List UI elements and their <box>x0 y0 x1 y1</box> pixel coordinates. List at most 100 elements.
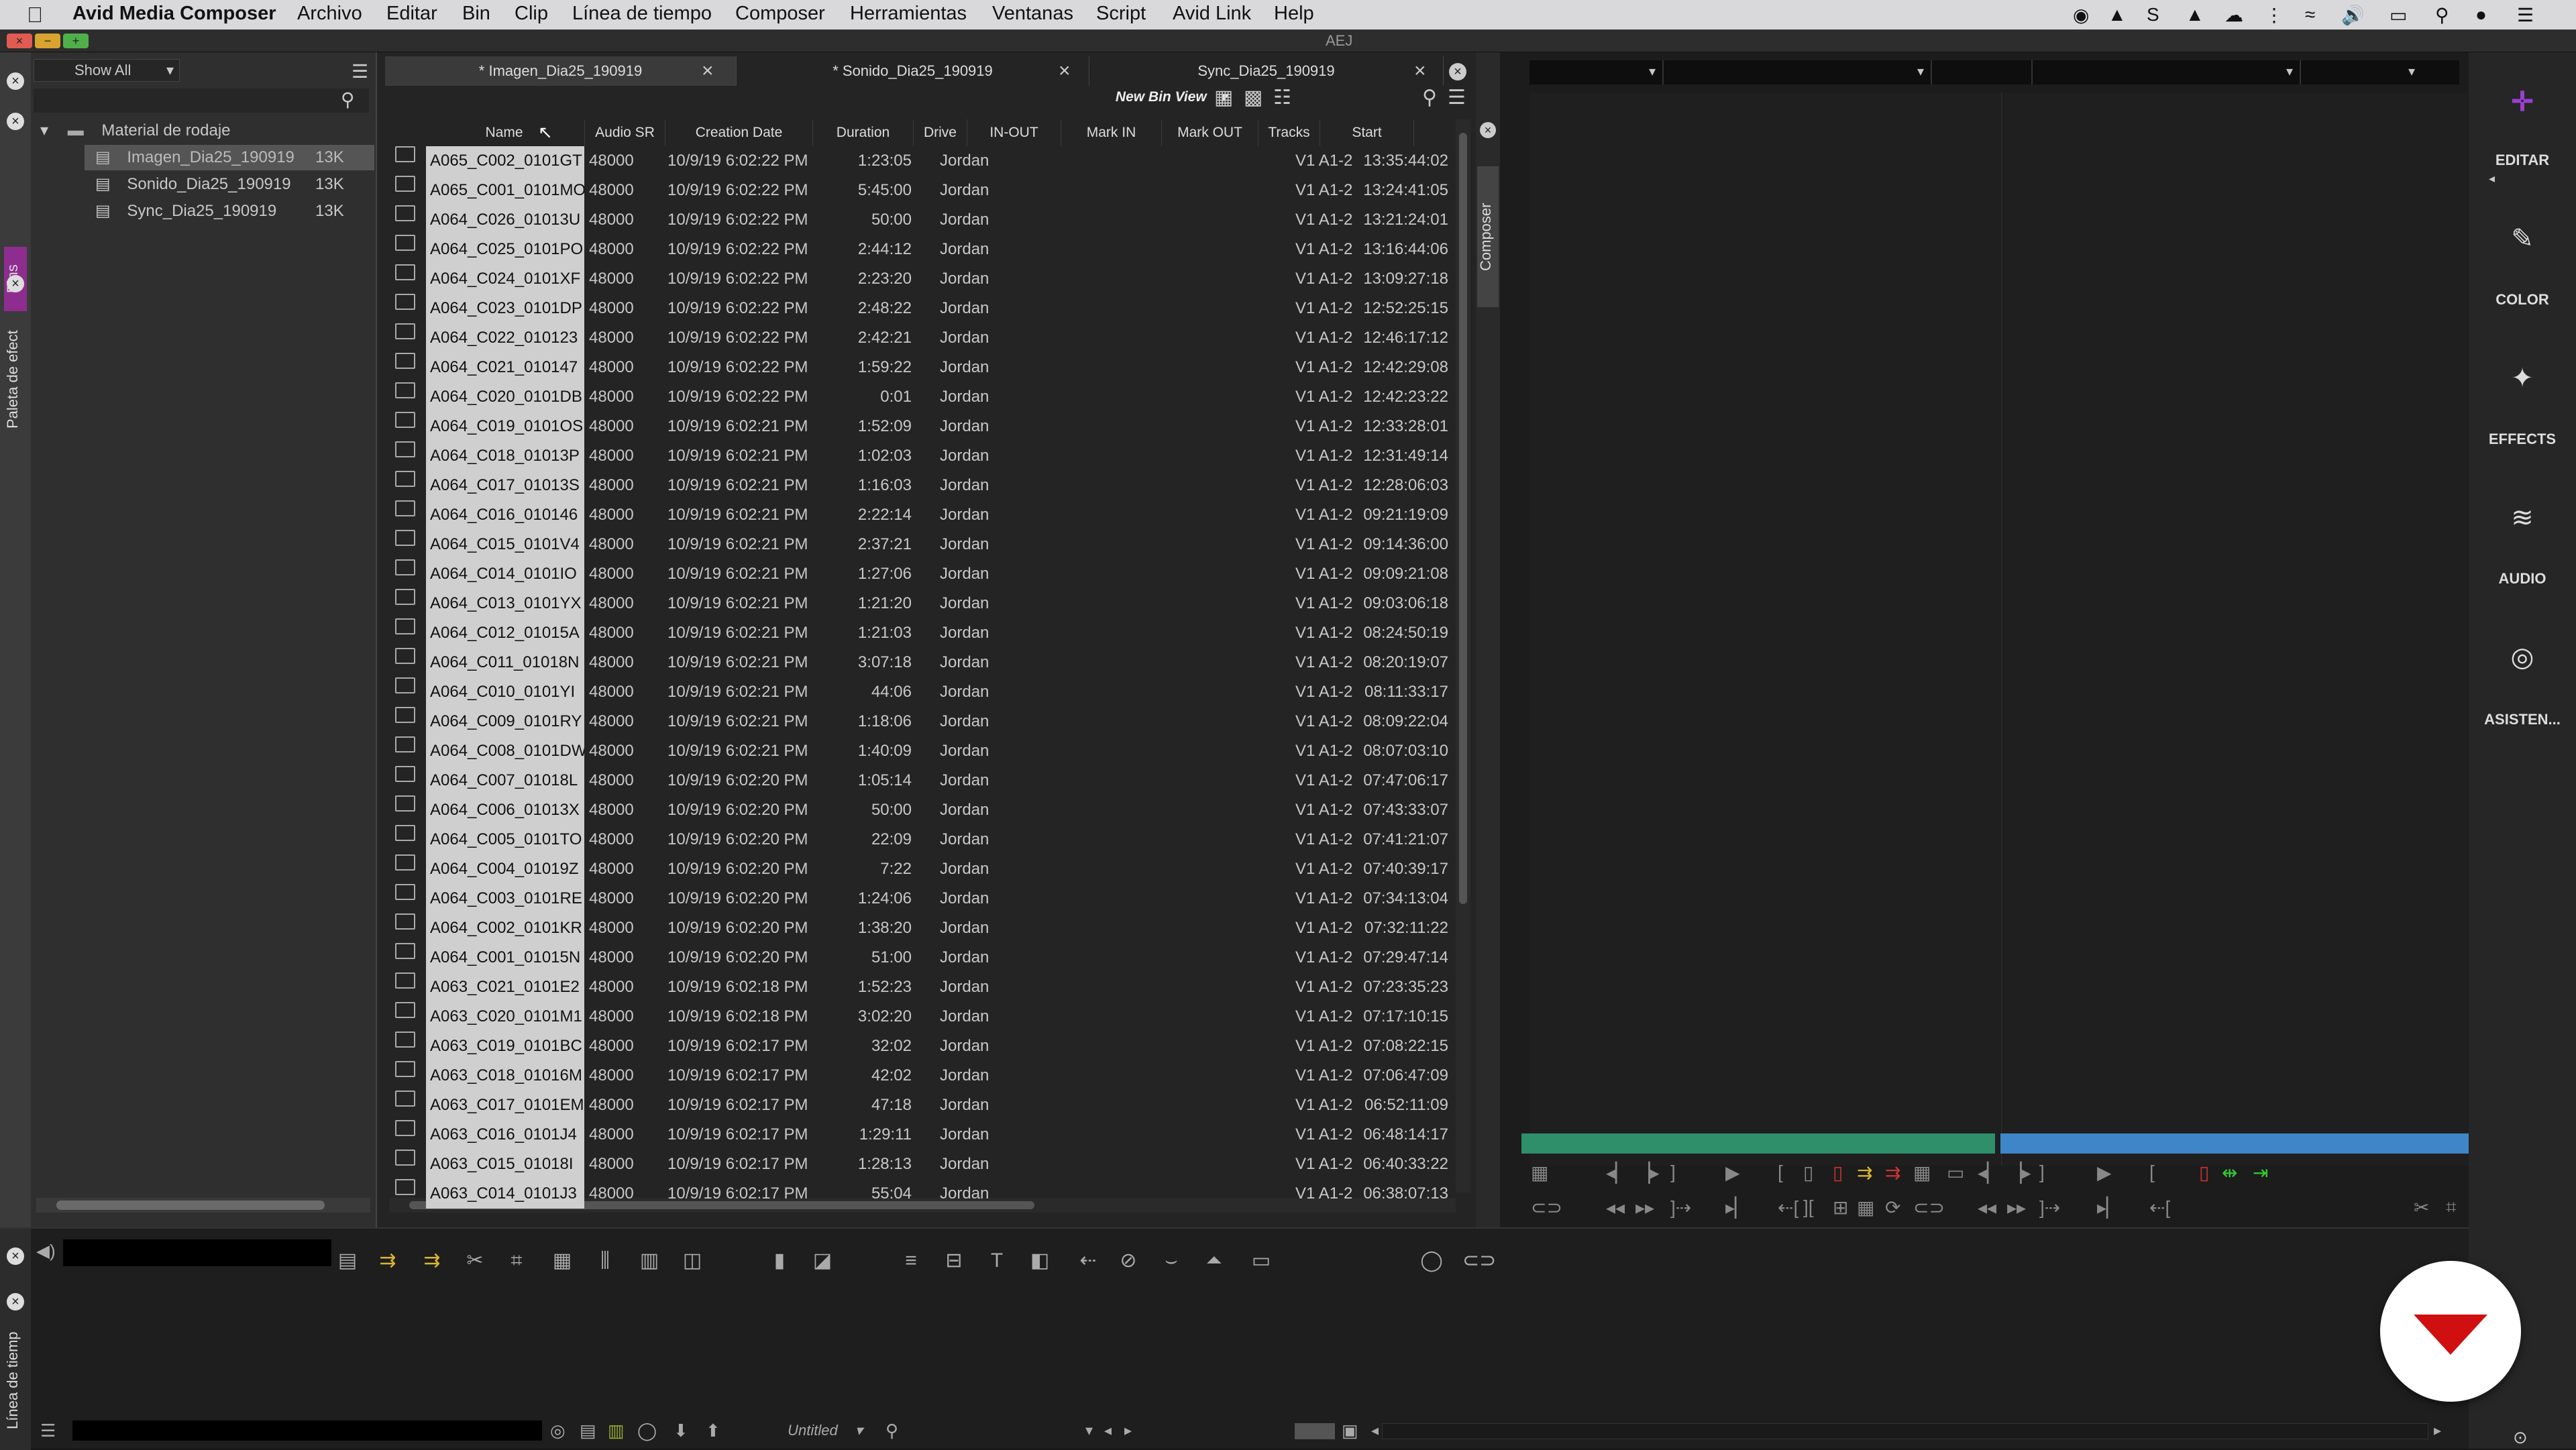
down-arrow-icon[interactable]: ⬇ <box>674 1420 688 1441</box>
close-icon[interactable]: × <box>1059 56 1071 86</box>
wifi-icon[interactable]: ≈ <box>2305 4 2315 25</box>
step-back-icon[interactable]: ◂◂ <box>1606 1196 1625 1219</box>
mark-clip-icon[interactable]: ][ <box>1803 1196 1814 1218</box>
workspace-edit[interactable]: EDITAR <box>2469 152 2576 169</box>
mark-in-icon[interactable]: [ <box>2149 1162 2155 1183</box>
show-filter-dropdown[interactable]: Show All ▾ <box>34 59 180 82</box>
timeline-tool-icon[interactable]: ≡ <box>899 1249 923 1273</box>
table-row[interactable]: A064_C023_0101DP 48000 10/9/19 6:02:22 PM 2… <box>386 294 1452 323</box>
timeline-tool-icon[interactable]: ◪ <box>810 1249 835 1273</box>
transport-button[interactable]: ▭ <box>1947 1162 1964 1184</box>
search-icon[interactable]: ⚲ <box>2435 4 2449 26</box>
table-row[interactable]: A063_C018_01016M 48000 10/9/19 6:02:17 PM 4… <box>386 1061 1452 1091</box>
timeline-tool-icon[interactable]: ⇠ <box>1076 1249 1100 1273</box>
timeline-tool-icon[interactable]: ▮ <box>767 1249 792 1273</box>
menu-clip[interactable]: Clip <box>515 3 548 25</box>
chevron-right-icon[interactable]: ▸ <box>1124 1422 1132 1439</box>
column-creation-date[interactable]: Creation Date <box>665 119 813 146</box>
grid-icon[interactable]: ▦ <box>1857 1196 1874 1219</box>
menu-icon[interactable]: ☰ <box>1448 86 1466 109</box>
bin-row[interactable]: ▤ Sync_Dia25_190919 13K <box>85 199 374 224</box>
timeline-tab[interactable]: Línea de tiemp <box>4 1313 27 1447</box>
close-icon[interactable]: × <box>7 1293 24 1310</box>
grid-icon[interactable]: ⊞ <box>1833 1196 1848 1219</box>
table-row[interactable]: A063_C017_0101EM 48000 10/9/19 6:02:17 PM 4… <box>386 1091 1452 1120</box>
timeline-tool-icon[interactable]: ▤ <box>335 1249 360 1273</box>
loop-icon[interactable]: ⟳ <box>1885 1196 1900 1219</box>
no-entry-icon[interactable]: ⊘ <box>1116 1249 1140 1273</box>
column-duration[interactable]: Duration <box>813 119 914 146</box>
close-icon[interactable]: × <box>7 72 24 90</box>
table-row[interactable]: A064_C012_01015A 48000 10/9/19 6:02:21 PM 1… <box>386 618 1452 648</box>
record-icon[interactable]: ◉ <box>2073 4 2089 26</box>
table-row[interactable]: A064_C010_0101YI 48000 10/9/19 6:02:21 PM 4… <box>386 677 1452 707</box>
chevron-right-icon[interactable]: ▸ <box>2434 1422 2441 1439</box>
cloud-icon[interactable]: ☁ <box>2224 4 2243 26</box>
triangle-down-icon[interactable]: ▾ <box>40 121 48 140</box>
transport-button[interactable]: ▦ <box>1913 1162 1931 1184</box>
close-window-button[interactable]: × <box>7 34 32 48</box>
tab-sonido[interactable]: * Sonido_Dia25_190919 <box>737 56 1089 86</box>
close-icon[interactable]: × <box>1449 63 1466 80</box>
record-tc-menu[interactable]: ▾ <box>2301 60 2422 85</box>
play-icon[interactable]: ▶ <box>2097 1162 2112 1184</box>
timeline-tool-icon[interactable]: ⏶ <box>1202 1249 1226 1273</box>
table-row[interactable]: A064_C016_010146 48000 10/9/19 6:02:21 PM 2… <box>386 500 1452 530</box>
table-row[interactable]: A064_C008_0101DW 48000 10/9/19 6:02:21 PM 1… <box>386 736 1452 766</box>
timeline-view-icon[interactable]: ▣ <box>1342 1420 1358 1441</box>
table-row[interactable]: A063_C016_0101J4 48000 10/9/19 6:02:17 PM 1… <box>386 1120 1452 1150</box>
workspace-color[interactable]: COLOR <box>2469 291 2576 309</box>
table-row[interactable]: A064_C024_0101XF 48000 10/9/19 6:02:22 PM 2… <box>386 264 1452 294</box>
go-to-end-icon[interactable]: ▸▏ <box>2097 1196 2121 1219</box>
table-row[interactable]: A063_C019_0101BC 48000 10/9/19 6:02:17 PM 3… <box>386 1031 1452 1061</box>
airplay-icon[interactable]: ▭ <box>2390 4 2407 26</box>
link-icon[interactable]: ⊂⊃ <box>1531 1196 1562 1219</box>
assistant-workspace-icon[interactable]: ◎ <box>2508 643 2537 672</box>
table-row[interactable]: A064_C004_01019Z 48000 10/9/19 6:02:20 PM 7… <box>386 854 1452 884</box>
scrollbar-thumb[interactable] <box>56 1201 325 1210</box>
timeline-tool-icon[interactable]: ▤ <box>580 1420 596 1441</box>
timeline-tool-icon[interactable]: ▥ <box>608 1420 625 1441</box>
table-row[interactable]: A064_C018_01013P 48000 10/9/19 6:02:21 PM 1… <box>386 441 1452 471</box>
record-clip-menu[interactable]: ▾ <box>2033 60 2301 85</box>
timeline-tool-icon[interactable]: ◧ <box>1028 1249 1052 1273</box>
timeline-tool-icon[interactable]: ⫼ <box>593 1249 617 1273</box>
timeline-tool-icon[interactable]: ⊂⊃ <box>1462 1249 1496 1273</box>
table-row[interactable]: A064_C009_0101RY 48000 10/9/19 6:02:21 PM 1… <box>386 707 1452 736</box>
source-menu[interactable]: ▾ <box>1529 60 1664 85</box>
volume-icon[interactable]: 🔊 <box>2341 4 2365 26</box>
step-back-icon[interactable]: ◂▏ <box>1978 1162 2002 1184</box>
folder-row[interactable]: ▾ ▬ Material de rodaje <box>40 118 362 144</box>
lift-icon[interactable]: ✂ <box>463 1249 487 1273</box>
table-row[interactable]: A063_C014_0101J3 48000 10/9/19 6:02:17 PM 5… <box>386 1179 1452 1209</box>
record-monitor[interactable] <box>2004 93 2469 1166</box>
drive-icon[interactable]: ▲ <box>2186 4 2204 25</box>
table-row[interactable]: A064_C026_01013U 48000 10/9/19 6:02:22 PM 5… <box>386 205 1452 235</box>
source-clip-menu[interactable]: ▾ <box>1664 60 1932 85</box>
timeline-tool-icon[interactable]: ◎ <box>550 1420 566 1441</box>
skype-icon[interactable]: S <box>2147 4 2159 25</box>
workspace-audio[interactable]: AUDIO <box>2469 570 2576 588</box>
step-forward-icon[interactable]: ▸▸ <box>2007 1196 2026 1219</box>
table-row[interactable]: A064_C021_010147 48000 10/9/19 6:02:22 PM 1… <box>386 353 1452 382</box>
record-mark-icon[interactable]: ▯ <box>2199 1162 2209 1184</box>
menu-icon[interactable]: ☰ <box>352 60 368 82</box>
close-icon[interactable]: × <box>1414 56 1426 86</box>
go-to-out-icon[interactable]: ]⇢ <box>1670 1196 1691 1219</box>
go-to-out-icon[interactable]: ]⇢ <box>2039 1196 2060 1219</box>
table-row[interactable]: A064_C002_0101KR 48000 10/9/19 6:02:20 PM 1… <box>386 913 1452 943</box>
minimize-window-button[interactable]: − <box>35 34 60 48</box>
menu-bin[interactable]: Bin <box>462 3 490 25</box>
notification-center-icon[interactable]: ☰ <box>2517 4 2534 26</box>
user-icon[interactable]: ● <box>2475 4 2487 25</box>
column-start[interactable]: Start <box>1320 119 1414 146</box>
timecode-display[interactable] <box>63 1239 331 1266</box>
table-row[interactable]: A064_C003_0101RE 48000 10/9/19 6:02:20 PM 1… <box>386 884 1452 913</box>
record-position-bar[interactable] <box>2000 1133 2474 1154</box>
color-workspace-icon[interactable]: ✎ <box>2508 224 2537 254</box>
table-row[interactable]: A064_C005_0101TO 48000 10/9/19 6:02:20 PM 2… <box>386 825 1452 854</box>
source-position-bar[interactable] <box>1521 1133 1995 1154</box>
zoom-window-button[interactable]: + <box>63 34 89 48</box>
chevron-left-icon[interactable]: ◂ <box>1371 1422 1379 1439</box>
text-tool-icon[interactable]: T <box>985 1249 1009 1273</box>
